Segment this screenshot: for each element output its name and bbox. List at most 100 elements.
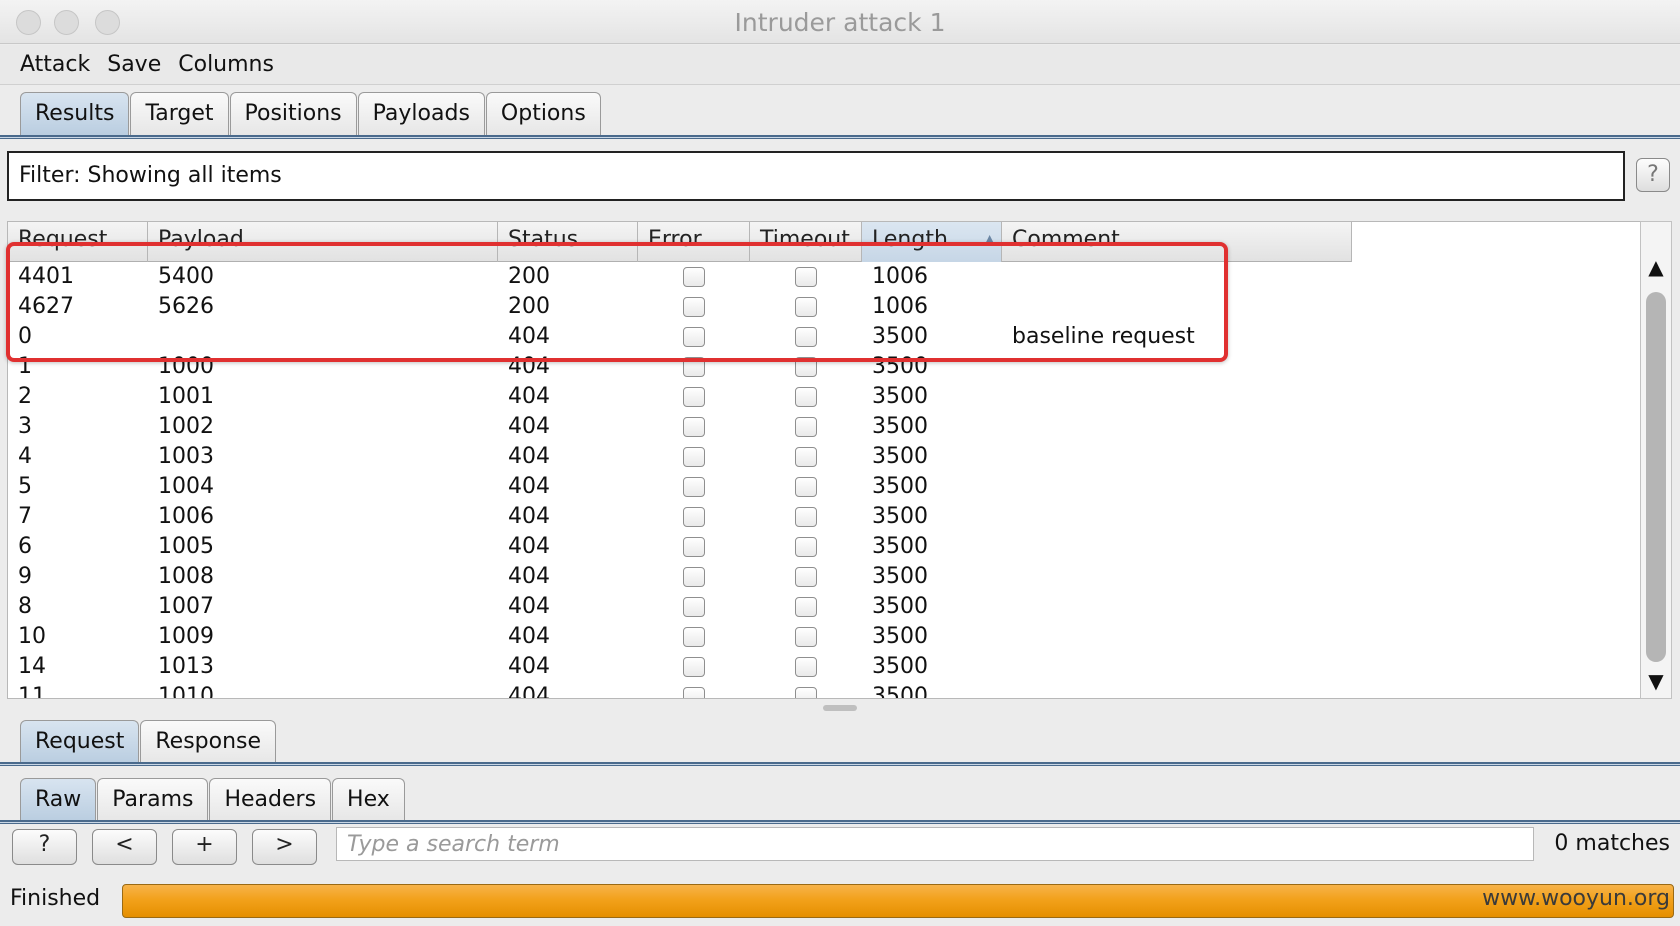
menu-save[interactable]: Save [107, 45, 161, 84]
tab-target[interactable]: Target [130, 92, 229, 136]
tab-options[interactable]: Options [485, 92, 601, 136]
checkbox[interactable] [683, 507, 705, 527]
checkbox[interactable] [683, 537, 705, 557]
cell-status: 404 [508, 384, 550, 409]
cell-timeout-checkbox [750, 562, 862, 592]
filter-bar[interactable]: Filter: Showing all items [7, 151, 1625, 201]
checkbox[interactable] [795, 447, 817, 467]
search-input[interactable] [336, 827, 1534, 861]
checkbox[interactable] [683, 387, 705, 407]
table-row[interactable]: 5 1004 404 3500 [8, 472, 1352, 502]
cell-error-checkbox [638, 412, 750, 442]
table-row[interactable]: 3 1002 404 3500 [8, 412, 1352, 442]
tab-response[interactable]: Response [140, 720, 277, 764]
cell-status: 404 [508, 534, 550, 559]
main-tab-bar: Results Target Positions Payloads Option… [20, 92, 602, 136]
checkbox[interactable] [795, 567, 817, 587]
cell-payload: 1008 [158, 564, 214, 589]
cell-timeout-checkbox [750, 472, 862, 502]
checkbox[interactable] [683, 447, 705, 467]
cell-payload: 1009 [158, 624, 214, 649]
cell-payload: 1002 [158, 414, 214, 439]
cell-request: 7 [18, 504, 32, 529]
cell-comment [1002, 472, 1352, 502]
add-search-button[interactable]: + [172, 829, 237, 865]
table-scrollbar[interactable]: ▲ ▼ [1640, 221, 1672, 699]
cell-timeout-checkbox [750, 442, 862, 472]
checkbox[interactable] [795, 597, 817, 617]
tab-headers[interactable]: Headers [209, 778, 332, 822]
menu-columns[interactable]: Columns [178, 45, 274, 84]
cell-request: 9 [18, 564, 32, 589]
cell-length: 3500 [872, 414, 928, 439]
checkbox[interactable] [795, 507, 817, 527]
table-row[interactable]: 2 1001 404 3500 [8, 382, 1352, 412]
checkbox[interactable] [683, 477, 705, 497]
cell-error-checkbox [638, 472, 750, 502]
cell-comment [1002, 412, 1352, 442]
checkbox[interactable] [795, 687, 817, 698]
checkbox[interactable] [683, 567, 705, 587]
cell-payload: 1001 [158, 384, 214, 409]
cell-error-checkbox [638, 442, 750, 472]
split-pane-handle[interactable] [823, 705, 857, 711]
checkbox[interactable] [683, 687, 705, 698]
table-row[interactable]: 6 1005 404 3500 [8, 532, 1352, 562]
table-row[interactable]: 7 1006 404 3500 [8, 502, 1352, 532]
cell-request: 3 [18, 414, 32, 439]
tab-request[interactable]: Request [20, 720, 140, 764]
cell-payload: 1003 [158, 444, 214, 469]
checkbox[interactable] [795, 657, 817, 677]
cell-status: 404 [508, 624, 550, 649]
checkbox[interactable] [683, 657, 705, 677]
menu-attack[interactable]: Attack [20, 45, 90, 84]
checkbox[interactable] [795, 387, 817, 407]
cell-comment [1002, 442, 1352, 472]
checkbox[interactable] [683, 417, 705, 437]
previous-match-button[interactable]: < [92, 829, 157, 865]
scrollbar-thumb[interactable] [1646, 292, 1666, 662]
table-row[interactable]: 8 1007 404 3500 [8, 592, 1352, 622]
scroll-down-icon[interactable]: ▼ [1641, 666, 1671, 696]
table-row[interactable]: 11 1010 404 3500 [8, 682, 1352, 699]
cell-status: 404 [508, 684, 550, 699]
tab-raw[interactable]: Raw [20, 778, 97, 822]
cell-timeout-checkbox [750, 382, 862, 412]
table-row[interactable]: 4 1003 404 3500 [8, 442, 1352, 472]
cell-timeout-checkbox [750, 502, 862, 532]
checkbox[interactable] [795, 537, 817, 557]
cell-comment [1002, 652, 1352, 682]
tab-results[interactable]: Results [20, 92, 130, 136]
scroll-up-icon[interactable]: ▲ [1641, 252, 1671, 282]
search-help-button[interactable]: ? [12, 829, 77, 865]
cell-request: 10 [18, 624, 46, 649]
cell-error-checkbox [638, 382, 750, 412]
table-row[interactable]: 14 1013 404 3500 [8, 652, 1352, 682]
cell-length: 3500 [872, 534, 928, 559]
tab-params[interactable]: Params [97, 778, 209, 822]
tab-positions[interactable]: Positions [229, 92, 357, 136]
watermark-text: www.wooyun.org [1482, 886, 1670, 911]
window-title-bar: Intruder attack 1 [0, 0, 1680, 44]
cell-comment [1002, 532, 1352, 562]
table-row[interactable]: 9 1008 404 3500 [8, 562, 1352, 592]
cell-length: 3500 [872, 624, 928, 649]
cell-comment [1002, 562, 1352, 592]
menu-bar: Attack Save Columns [0, 45, 1680, 85]
table-row[interactable]: 10 1009 404 3500 [8, 622, 1352, 652]
highlight-box [6, 242, 1228, 362]
cell-timeout-checkbox [750, 652, 862, 682]
checkbox[interactable] [795, 627, 817, 647]
filter-help-button[interactable]: ? [1636, 158, 1670, 192]
cell-comment [1002, 622, 1352, 652]
cell-comment [1002, 382, 1352, 412]
checkbox[interactable] [683, 597, 705, 617]
tab-payloads[interactable]: Payloads [357, 92, 485, 136]
checkbox[interactable] [795, 417, 817, 437]
tab-hex[interactable]: Hex [332, 778, 405, 822]
progress-bar [122, 884, 1674, 918]
cell-payload: 1004 [158, 474, 214, 499]
next-match-button[interactable]: > [252, 829, 317, 865]
checkbox[interactable] [795, 477, 817, 497]
checkbox[interactable] [683, 627, 705, 647]
